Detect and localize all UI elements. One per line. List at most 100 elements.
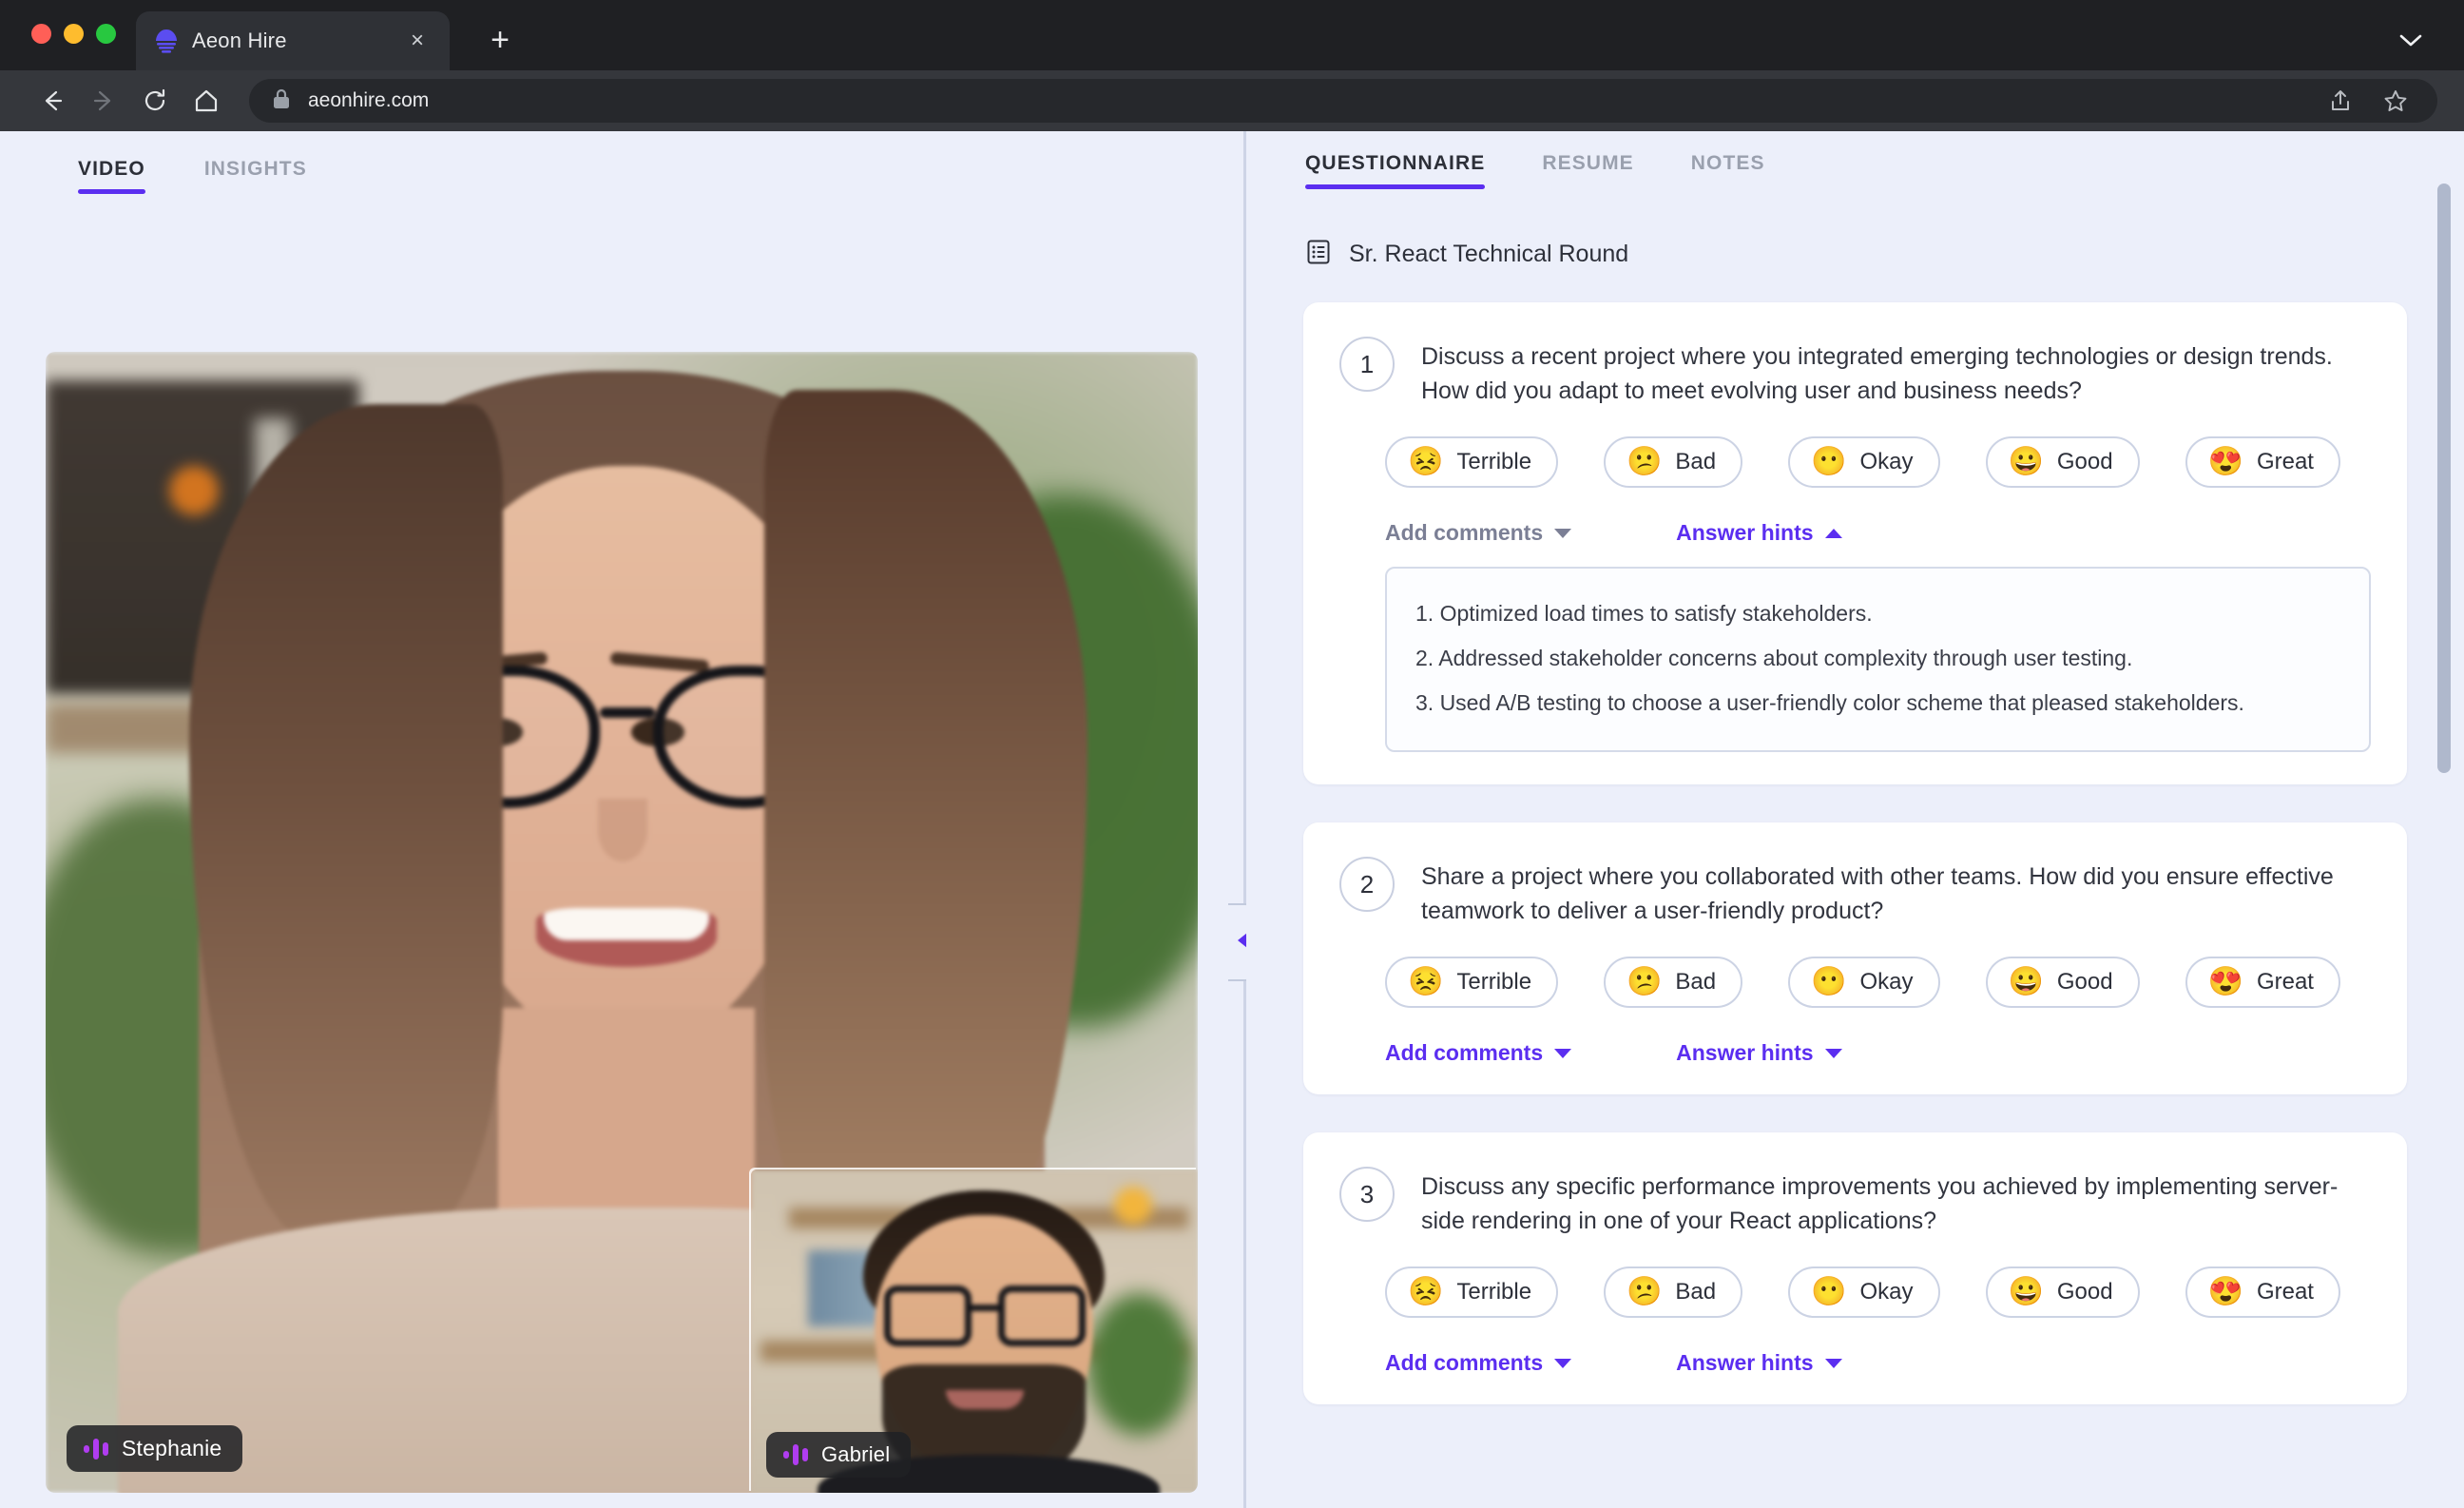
questionnaire-panel: QUESTIONNAIRE RESUME NOTES Sr. React Tec… bbox=[1246, 131, 2464, 1508]
tab-notes[interactable]: NOTES bbox=[1691, 152, 1765, 189]
question-actions: Add comments Answer hints bbox=[1385, 520, 2371, 546]
terrible-emoji-icon: 😣 bbox=[1408, 1276, 1444, 1308]
share-icon[interactable] bbox=[2321, 82, 2359, 120]
close-tab-icon[interactable]: × bbox=[404, 29, 431, 52]
window-traffic-lights bbox=[31, 24, 116, 44]
rating-option-great[interactable]: 😍 Great bbox=[2185, 1266, 2340, 1319]
rating-option-great[interactable]: 😍 Great bbox=[2185, 436, 2340, 488]
rating-label-terrible: Terrible bbox=[1456, 969, 1532, 996]
home-icon[interactable] bbox=[181, 80, 232, 122]
rating-label-good: Good bbox=[2056, 969, 2113, 996]
questionnaire-tabs: QUESTIONNAIRE RESUME NOTES bbox=[1246, 152, 2464, 189]
rating-options: 😣 Terrible 😕 Bad 😶 Okay 😀 Good 😍 Great bbox=[1385, 957, 2371, 1009]
hint-item: 1. Optimized load times to satisfy stake… bbox=[1415, 601, 1873, 626]
rating-option-bad[interactable]: 😕 Bad bbox=[1604, 1266, 1743, 1319]
question-number: 3 bbox=[1339, 1167, 1395, 1223]
reload-icon[interactable] bbox=[129, 80, 181, 122]
rating-label-terrible: Terrible bbox=[1456, 449, 1532, 474]
participant-name-badge-pip: Gabriel bbox=[766, 1432, 912, 1478]
tab-questionnaire[interactable]: QUESTIONNAIRE bbox=[1305, 152, 1486, 189]
rating-label-bad: Bad bbox=[1675, 969, 1717, 996]
rating-option-terrible[interactable]: 😣 Terrible bbox=[1385, 957, 1559, 1009]
rating-option-good[interactable]: 😀 Good bbox=[1985, 436, 2140, 488]
browser-titlebar: Aeon Hire × + bbox=[0, 0, 2464, 70]
browser-tab[interactable]: Aeon Hire × bbox=[136, 11, 450, 70]
good-emoji-icon: 😀 bbox=[2008, 1276, 2044, 1308]
bad-emoji-icon: 😕 bbox=[1627, 1276, 1663, 1308]
chevron-up-icon bbox=[1824, 528, 1842, 538]
add-comments-button[interactable]: Add comments bbox=[1385, 1350, 1572, 1376]
great-emoji-icon: 😍 bbox=[2207, 446, 2243, 477]
tab-questionnaire-label: QUESTIONNAIRE bbox=[1305, 152, 1486, 174]
answer-hints-button[interactable]: Answer hints bbox=[1676, 1040, 1842, 1066]
pip-video-feed[interactable]: Gabriel bbox=[751, 1170, 1198, 1493]
okay-emoji-icon: 😶 bbox=[1811, 1276, 1847, 1308]
rating-option-okay[interactable]: 😶 Okay bbox=[1788, 957, 1940, 1009]
rating-label-terrible: Terrible bbox=[1456, 1279, 1532, 1305]
new-tab-button[interactable]: + bbox=[480, 21, 520, 61]
rating-option-okay[interactable]: 😶 Okay bbox=[1788, 436, 1940, 488]
rating-option-terrible[interactable]: 😣 Terrible bbox=[1385, 436, 1559, 488]
question-card: 2 Share a project where you collaborated… bbox=[1303, 822, 2407, 1095]
question-text: Discuss a recent project where you integ… bbox=[1421, 343, 2333, 404]
close-window-button[interactable] bbox=[31, 24, 51, 44]
add-comments-button[interactable]: Add comments bbox=[1385, 1040, 1572, 1066]
question-header: 3 Discuss any specific performance impro… bbox=[1339, 1165, 2371, 1238]
rating-options: 😣 Terrible 😕 Bad 😶 Okay 😀 Good 😍 Great bbox=[1385, 1266, 2371, 1319]
bad-emoji-icon: 😕 bbox=[1627, 446, 1663, 477]
rating-option-bad[interactable]: 😕 Bad bbox=[1604, 957, 1743, 1009]
questionnaire-scroll-area: QUESTIONNAIRE RESUME NOTES Sr. React Tec… bbox=[1246, 131, 2464, 1508]
answer-hints-button[interactable]: Answer hints bbox=[1676, 1350, 1842, 1376]
chevron-down-icon bbox=[1554, 1358, 1572, 1368]
rating-label-bad: Bad bbox=[1675, 449, 1717, 474]
add-comments-label: Add comments bbox=[1385, 1350, 1544, 1376]
tab-video-label: VIDEO bbox=[78, 158, 145, 180]
rating-option-great[interactable]: 😍 Great bbox=[2185, 957, 2340, 1009]
forward-arrow-icon[interactable] bbox=[78, 80, 129, 122]
chevron-down-icon bbox=[1554, 528, 1572, 538]
round-title: Sr. React Technical Round bbox=[1246, 189, 2464, 270]
participant-name-main: Stephanie bbox=[122, 1436, 222, 1460]
rating-label-bad: Bad bbox=[1675, 1279, 1717, 1305]
question-header: 1 Discuss a recent project where you int… bbox=[1339, 335, 2371, 408]
questionnaire-scrollbar[interactable] bbox=[2437, 184, 2451, 1229]
tab-insights-label: INSIGHTS bbox=[203, 158, 307, 180]
rating-option-bad[interactable]: 😕 Bad bbox=[1604, 436, 1743, 488]
audio-waveform-icon bbox=[84, 1438, 108, 1460]
rating-label-good: Good bbox=[2056, 449, 2113, 474]
tab-insights[interactable]: INSIGHTS bbox=[204, 158, 307, 194]
minimize-window-button[interactable] bbox=[64, 24, 84, 44]
page-content: VIDEO INSIGHTS Stephanie Gabriel QUESTIO… bbox=[0, 131, 2464, 1508]
question-text: Discuss any specific performance improve… bbox=[1421, 1173, 2339, 1234]
question-number: 2 bbox=[1339, 857, 1395, 913]
answer-hints-button[interactable]: Answer hints bbox=[1676, 520, 1842, 546]
add-comments-button[interactable]: Add comments bbox=[1385, 520, 1572, 546]
scrollbar-thumb[interactable] bbox=[2437, 184, 2451, 773]
rating-option-good[interactable]: 😀 Good bbox=[1985, 957, 2140, 1009]
rating-option-terrible[interactable]: 😣 Terrible bbox=[1385, 1266, 1559, 1319]
video-panel: VIDEO INSIGHTS Stephanie Gabriel bbox=[0, 131, 1243, 1508]
tab-video[interactable]: VIDEO bbox=[78, 158, 145, 194]
terrible-emoji-icon: 😣 bbox=[1408, 446, 1444, 477]
browser-toolbar: aeonhire.com bbox=[0, 70, 2464, 131]
tab-resume-label: RESUME bbox=[1542, 152, 1634, 174]
round-title-label: Sr. React Technical Round bbox=[1349, 241, 1629, 267]
chevron-down-icon[interactable] bbox=[2392, 21, 2430, 59]
rating-label-okay: Okay bbox=[1859, 969, 1914, 996]
answer-hints-label: Answer hints bbox=[1676, 520, 1814, 545]
rating-label-great: Great bbox=[2256, 449, 2314, 474]
participant-name-pip: Gabriel bbox=[821, 1442, 891, 1466]
address-bar[interactable]: aeonhire.com bbox=[249, 79, 2437, 123]
rating-option-okay[interactable]: 😶 Okay bbox=[1788, 1266, 1940, 1319]
bad-emoji-icon: 😕 bbox=[1627, 966, 1663, 998]
star-icon[interactable] bbox=[2377, 82, 2415, 120]
back-arrow-icon[interactable] bbox=[27, 80, 78, 122]
video-panel-tabs: VIDEO INSIGHTS bbox=[0, 131, 1243, 194]
chevron-down-icon bbox=[1824, 1358, 1842, 1368]
rating-option-good[interactable]: 😀 Good bbox=[1985, 1266, 2140, 1319]
maximize-window-button[interactable] bbox=[96, 24, 116, 44]
video-stage[interactable]: Stephanie Gabriel bbox=[46, 352, 1198, 1493]
rating-label-okay: Okay bbox=[1859, 1279, 1914, 1305]
tab-resume[interactable]: RESUME bbox=[1542, 152, 1633, 189]
question-card: 3 Discuss any specific performance impro… bbox=[1303, 1132, 2407, 1405]
